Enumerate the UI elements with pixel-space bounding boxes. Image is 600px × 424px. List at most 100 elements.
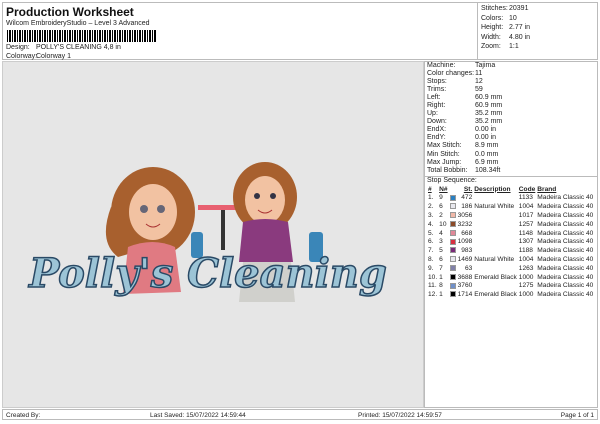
stop-sequence-table: # N# St. Description Code Brand 1. 9 472 1133…	[427, 185, 594, 299]
info-key: Max Stitch:	[427, 142, 462, 150]
thread-code: 1000	[518, 273, 534, 281]
thread-brand: Madeira Classic 40	[537, 203, 594, 211]
thread-brand: Madeira Classic 40	[537, 264, 594, 272]
thread-brand: Madeira Classic 40	[537, 211, 594, 219]
embroidery-design: Polly's Cleaning	[27, 162, 388, 302]
table-row: 2. 6 186 Natural White 1004 Madeira Clas…	[427, 202, 594, 211]
color-swatch-cell	[449, 220, 457, 229]
info-row: Min Stitch: 0.0 mm	[425, 151, 597, 159]
table-row: 8. 6 1469 Natural White 1004 Madeira Cla…	[427, 255, 594, 264]
thread-code: 1263	[518, 264, 534, 272]
info-key: Colors:	[481, 14, 504, 22]
info-row: Trims: 59	[425, 86, 597, 94]
info-key: Stops:	[427, 78, 447, 86]
needle-number: 6	[439, 203, 443, 211]
thread-brand: Madeira Classic 40	[537, 247, 594, 255]
info-row: Left: 60.9 mm	[425, 94, 597, 102]
needle-number: 7	[439, 264, 443, 272]
thread-code: 1148	[518, 229, 533, 237]
column-header: N#	[439, 185, 448, 193]
info-row: Stops: 12	[425, 78, 597, 86]
info-key: Left:	[427, 94, 441, 102]
needle-number: 10	[439, 220, 447, 228]
stitch-count: 3056	[457, 211, 473, 219]
info-key: Total Bobbin:	[427, 166, 468, 174]
info-row: Colors: 10	[481, 15, 596, 25]
info-value: 0.00 in	[475, 126, 497, 134]
design-text: Polly's Cleaning	[28, 250, 387, 297]
stitch-count: 1098	[457, 238, 473, 246]
page-number: Page 1 of 1	[560, 412, 594, 419]
color-swatch	[449, 256, 456, 263]
barcode	[7, 30, 157, 42]
colorway-value: Colorway 1	[36, 53, 72, 60]
design-value: POLLY'S CLEANING 4,8 in	[36, 44, 121, 51]
info-row: Down: 35.2 mm	[425, 118, 597, 126]
software-name: Wilcom EmbroideryStudio – Level 3 Advanc…	[6, 20, 150, 27]
info-value: 60.9 mm	[475, 102, 503, 110]
color-swatch	[449, 203, 456, 210]
table-row: 4. 10 3232 1257 Madeira Classic 40	[427, 220, 594, 229]
thread-description	[473, 264, 518, 273]
info-value: 10	[509, 14, 517, 22]
info-key: Color changes:	[427, 70, 475, 78]
info-key: Height:	[481, 24, 504, 31]
stop-number: 4.	[428, 220, 434, 228]
info-row: Stitches: 20391	[481, 5, 596, 15]
footer: Created By: Last Saved: 15/07/2022 14:59…	[2, 409, 598, 420]
info-value: 4.80 in	[509, 33, 531, 41]
info-key: Max Jump:	[427, 158, 462, 166]
color-swatch	[449, 220, 456, 227]
color-swatch-cell	[449, 246, 457, 255]
info-row: Color changes: 11	[425, 70, 597, 78]
info-value: 59	[475, 86, 483, 94]
info-value: 11	[475, 70, 483, 78]
thread-brand: Madeira Classic 40	[537, 194, 594, 202]
stop-number: 2.	[428, 203, 434, 211]
info-key: Zoom:	[481, 43, 501, 50]
color-swatch-cell	[449, 281, 457, 290]
stop-sequence-title: Stop Sequence:	[425, 175, 597, 185]
color-swatch-cell	[449, 229, 457, 238]
thread-description	[473, 229, 518, 238]
thread-code: 1004	[518, 255, 534, 263]
needle-number: 9	[439, 194, 443, 202]
info-value: 60.9 mm	[475, 94, 503, 102]
needle-number: 1	[439, 273, 443, 281]
info-value: 8.9 mm	[475, 142, 499, 150]
colorway-label: Colorway:	[6, 53, 38, 60]
stats-panel: Stitches: 20391 Colors: 10 Height: 2.77 in Wid…	[477, 3, 599, 59]
thread-brand: Madeira Classic 40	[537, 229, 594, 237]
stop-number: 3.	[428, 211, 434, 219]
color-swatch-cell	[449, 273, 457, 282]
color-swatch-cell	[449, 211, 457, 220]
thread-brand: Madeira Classic 40	[537, 220, 594, 228]
color-swatch	[449, 229, 456, 236]
thread-code: 1017	[518, 211, 534, 219]
color-swatch-cell	[449, 255, 457, 264]
created-by: Created By:	[6, 412, 41, 419]
stitch-count: 472	[461, 194, 473, 202]
info-panel: Machine: Tajima Color changes: 11 Stops: 12 Tr…	[424, 61, 598, 408]
info-row: Right: 60.9 mm	[425, 102, 597, 110]
info-key: Trims:	[427, 86, 447, 94]
stop-number: 5.	[428, 229, 434, 237]
needle-number: 1	[439, 291, 443, 299]
stop-number: 7.	[428, 247, 434, 255]
info-row: Total Bobbin: 108.34ft	[425, 167, 597, 175]
stitch-count: 1469	[457, 255, 473, 263]
thread-code: 1307	[518, 238, 534, 246]
color-swatch	[449, 194, 456, 201]
thread-code: 1000	[518, 291, 534, 299]
info-key: EndY:	[427, 134, 446, 142]
thread-brand: Madeira Classic 40	[537, 255, 594, 263]
info-row: EndX: 0.00 in	[425, 126, 597, 134]
table-row: 10. 1 3688 Emerald Black 1000 Madeira Cl…	[427, 273, 594, 282]
info-value: 12	[475, 78, 483, 86]
color-swatch-cell	[449, 193, 457, 202]
thread-code: 1188	[518, 247, 533, 255]
info-row: Up: 35.2 mm	[425, 110, 597, 118]
info-value: Tajima	[475, 62, 496, 69]
printed-date: Printed: 15/07/2022 14:59:57	[358, 412, 442, 419]
thread-brand: Madeira Classic 40	[537, 282, 594, 290]
